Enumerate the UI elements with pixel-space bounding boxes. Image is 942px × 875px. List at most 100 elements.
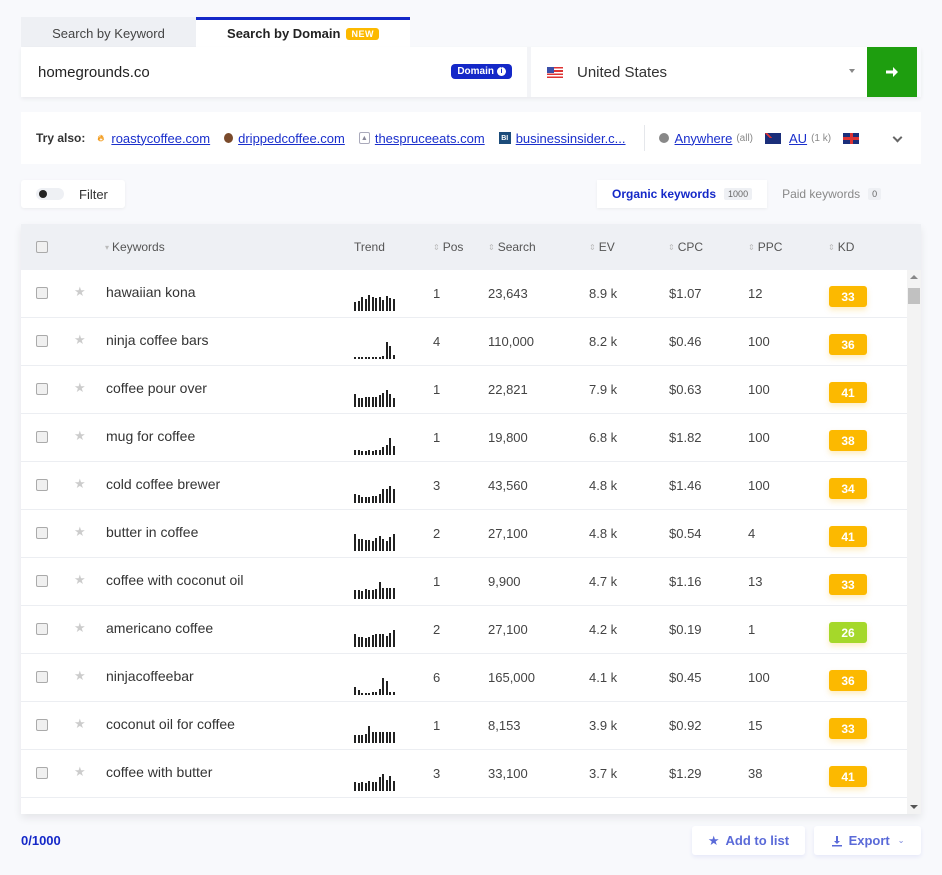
star-icon[interactable]: ★: [74, 428, 86, 444]
keyword-text[interactable]: coffee pour over: [106, 380, 207, 396]
expand-chevron-icon[interactable]: [892, 132, 903, 143]
table-row[interactable]: ★ butter in coffee 2 27,100 4.8 k $0.54 …: [21, 510, 907, 558]
table-scrollbar[interactable]: [907, 270, 921, 814]
select-all-checkbox[interactable]: [36, 241, 48, 253]
trend-bar: [354, 590, 356, 599]
keyword-text[interactable]: coffee with coconut oil: [106, 572, 244, 588]
trend-bar: [382, 588, 384, 599]
keyword-text[interactable]: americano coffee: [106, 620, 213, 636]
star-icon[interactable]: ★: [74, 284, 86, 300]
trend-bar: [382, 774, 384, 791]
tab-paid-keywords[interactable]: Paid keywords 0: [767, 180, 896, 208]
scroll-down-arrow-icon[interactable]: [910, 805, 918, 809]
toggle-switch[interactable]: [36, 188, 64, 200]
col-search[interactable]: ⇕ Search: [488, 240, 536, 254]
trend-bar: [357, 301, 360, 311]
location-anywhere[interactable]: Anywhere (all): [658, 131, 753, 146]
table-row[interactable]: ★ ninjacoffeebar 6 165,000 4.1 k $0.45 1…: [21, 654, 907, 702]
col-keywords[interactable]: ▾ Keywords: [105, 240, 165, 254]
scroll-up-arrow-icon[interactable]: [910, 275, 918, 279]
location-link[interactable]: AU: [789, 131, 807, 146]
try-also-item[interactable]: BI businessinsider.c...: [498, 131, 626, 146]
keyword-text[interactable]: hawaiian kona: [106, 284, 196, 300]
trend-bar: [371, 590, 374, 599]
table-row[interactable]: ★ mug for coffee 1 19,800 6.8 k $1.82 10…: [21, 414, 907, 462]
ev-value: 6.8 k: [589, 430, 618, 445]
keyword-text[interactable]: ninjacoffeebar: [106, 668, 194, 684]
table-row[interactable]: ★ ninja coffee bars 4 110,000 8.2 k $0.4…: [21, 318, 907, 366]
trend-bar: [368, 450, 370, 455]
export-button[interactable]: Export ⌄: [814, 826, 921, 855]
keyword-text[interactable]: coffee with butter: [106, 764, 212, 780]
divider: [643, 125, 645, 151]
domain-input[interactable]: [36, 62, 416, 82]
try-also-item[interactable]: drippedcoffee.com: [224, 131, 345, 146]
trend-bar: [357, 539, 360, 551]
star-icon[interactable]: ★: [74, 572, 86, 588]
cpc-value: $0.19: [669, 622, 702, 637]
star-icon[interactable]: ★: [74, 380, 86, 396]
row-checkbox[interactable]: [36, 719, 48, 734]
table-row[interactable]: ★ cold coffee brewer 3 43,560 4.8 k $1.4…: [21, 462, 907, 510]
trend-bar: [354, 534, 356, 551]
star-icon[interactable]: ★: [74, 332, 86, 348]
col-ppc[interactable]: ⇕ PPC: [748, 240, 782, 254]
col-cpc[interactable]: ⇕ CPC: [668, 240, 703, 254]
star-icon[interactable]: ★: [74, 764, 86, 780]
col-ev[interactable]: ⇕ EV: [589, 240, 615, 254]
keyword-text[interactable]: cold coffee brewer: [106, 476, 220, 492]
trend-bar: [389, 438, 391, 455]
keyword-text[interactable]: ninja coffee bars: [106, 332, 208, 348]
table-row[interactable]: ★ americano coffee 2 27,100 4.2 k $0.19 …: [21, 606, 907, 654]
location-au[interactable]: AU (1 k): [765, 131, 831, 146]
keyword-text[interactable]: butter in coffee: [106, 524, 198, 540]
table-row[interactable]: ★ coffee with coconut oil 1 9,900 4.7 k …: [21, 558, 907, 606]
trend-sparkline: [354, 582, 396, 599]
row-checkbox[interactable]: [36, 335, 48, 350]
tab-search-by-domain[interactable]: Search by Domain NEW: [196, 17, 410, 47]
try-also-item[interactable]: 🔥︎ roastycoffee.com: [95, 131, 211, 146]
keyword-text[interactable]: mug for coffee: [106, 428, 195, 444]
table-row[interactable]: ★ coffee with butter 3 33,100 3.7 k $1.2…: [21, 750, 907, 798]
try-also-item[interactable]: ▲ thespruceeats.com: [358, 131, 485, 146]
row-checkbox[interactable]: [36, 431, 48, 446]
star-icon[interactable]: ★: [74, 620, 86, 636]
tab-search-by-keyword[interactable]: Search by Keyword: [21, 17, 196, 47]
row-checkbox[interactable]: [36, 479, 48, 494]
table-row[interactable]: ★ coffee pour over 1 22,821 7.9 k $0.63 …: [21, 366, 907, 414]
row-checkbox[interactable]: [36, 671, 48, 686]
table-row[interactable]: ★ coconut oil for coffee 1 8,153 3.9 k $…: [21, 702, 907, 750]
search-value: 110,000: [488, 334, 535, 349]
location-link[interactable]: Anywhere: [675, 131, 733, 146]
row-checkbox[interactable]: [36, 287, 48, 302]
star-icon[interactable]: ★: [74, 476, 86, 492]
trend-bar: [354, 302, 356, 311]
row-checkbox[interactable]: [36, 527, 48, 542]
add-to-list-button[interactable]: ★ Add to list: [692, 826, 805, 855]
star-icon[interactable]: ★: [74, 668, 86, 684]
ppc-value: 38: [748, 766, 763, 781]
trend-bar: [361, 591, 363, 599]
try-also-link[interactable]: drippedcoffee.com: [238, 131, 345, 146]
scrollbar-thumb[interactable]: [908, 288, 920, 304]
try-also-link[interactable]: roastycoffee.com: [111, 131, 210, 146]
row-checkbox[interactable]: [36, 767, 48, 782]
row-checkbox[interactable]: [36, 575, 48, 590]
country-select[interactable]: United States: [531, 47, 867, 97]
star-icon[interactable]: ★: [74, 716, 86, 732]
filter-toggle[interactable]: Filter: [21, 180, 125, 208]
keyword-text[interactable]: coconut oil for coffee: [106, 716, 235, 732]
col-kd[interactable]: ⇕ KD: [828, 240, 854, 254]
try-also-link[interactable]: thespruceeats.com: [375, 131, 485, 146]
table-row[interactable]: ★ hawaiian kona 1 23,643 8.9 k $1.07 12 …: [21, 270, 907, 318]
tab-organic-keywords[interactable]: Organic keywords 1000: [597, 180, 768, 208]
search-go-button[interactable]: [867, 47, 917, 97]
try-also-link[interactable]: businessinsider.c...: [516, 131, 626, 146]
flag-uk-icon[interactable]: [843, 132, 860, 144]
col-pos[interactable]: ⇕ Pos: [433, 240, 463, 254]
star-icon[interactable]: ★: [74, 524, 86, 540]
row-checkbox[interactable]: [36, 383, 48, 398]
domain-type-badge[interactable]: Domain i: [451, 64, 512, 79]
trend-bar: [371, 782, 374, 791]
row-checkbox[interactable]: [36, 623, 48, 638]
